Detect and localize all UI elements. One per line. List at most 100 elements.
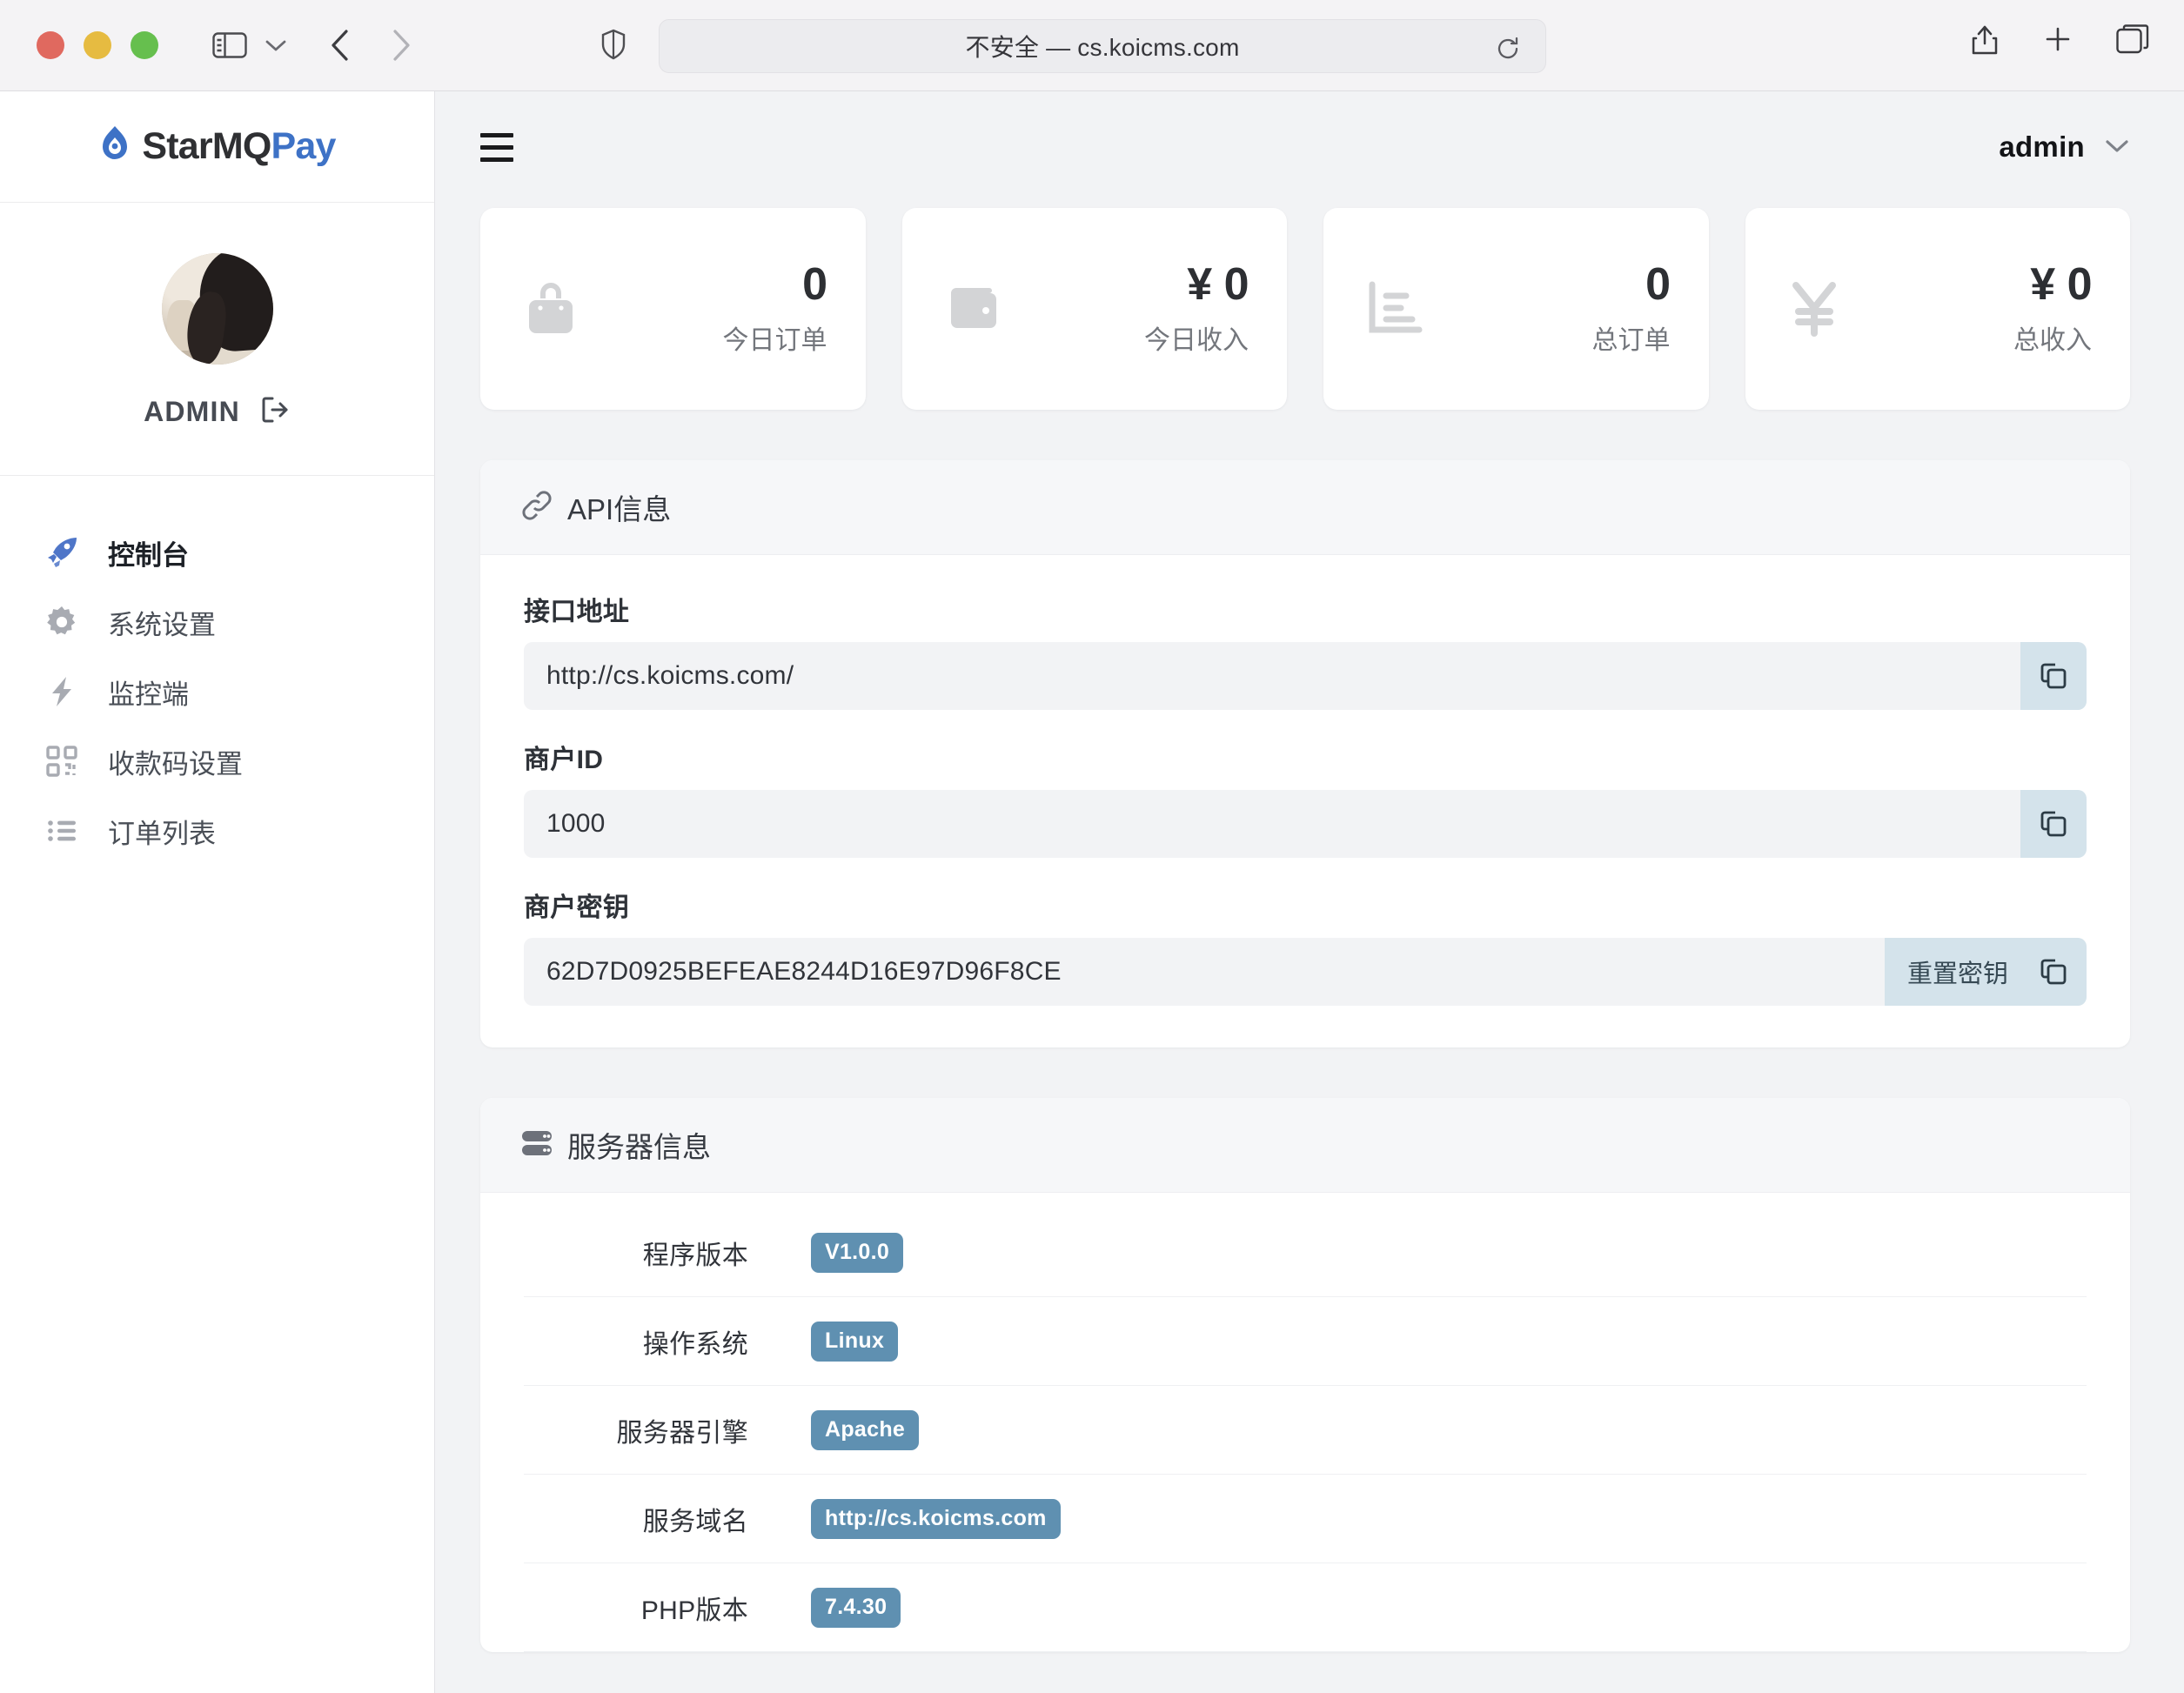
avatar[interactable]	[161, 253, 273, 365]
stat-card-today-income[interactable]: ¥ 0 今日收入	[901, 208, 1287, 410]
row-key: PHP版本	[640, 1596, 748, 1625]
link-icon	[520, 489, 553, 526]
stat-value: ¥ 0	[1187, 259, 1249, 311]
row-key: 服务器引擎	[616, 1418, 748, 1448]
panel-title: API信息	[567, 493, 672, 525]
stat-cards: 0 今日订单 ¥ 0 今日收入 0 总订单 ¥ 0 总收入	[435, 208, 2184, 410]
user-menu[interactable]: admin	[1999, 130, 2130, 164]
qr-code-icon	[38, 744, 85, 779]
sidebar-item-order-list[interactable]: 订单列表	[0, 796, 434, 866]
copy-icon[interactable]	[2020, 938, 2087, 1006]
brand-name-primary: StarMQ	[142, 125, 271, 167]
close-window-button[interactable]	[37, 31, 64, 59]
user-menu-label: admin	[1999, 130, 2085, 163]
sidebar-item-label: 订单列表	[108, 818, 216, 849]
stat-label: 总订单	[1591, 325, 1671, 355]
sidebar-item-dashboard[interactable]: 控制台	[0, 518, 434, 587]
server-icon	[520, 1128, 553, 1163]
back-arrow-icon[interactable]	[329, 28, 352, 63]
share-icon[interactable]	[1970, 23, 2000, 60]
stat-label: 今日收入	[1144, 325, 1249, 355]
field-merchant-id: 商户ID 1000	[524, 738, 2087, 858]
url-text: 不安全 — cs.koicms.com	[965, 34, 1240, 61]
table-row: 服务域名 http://cs.koicms.com	[524, 1475, 2087, 1563]
panel-title: 服务器信息	[567, 1131, 711, 1163]
bar-chart-icon	[1365, 279, 1426, 338]
field-merchant-key: 商户密钥 62D7D0925BEFEAE8244D16E97D96F8CE 重置…	[524, 886, 2087, 1006]
copy-icon[interactable]	[2020, 642, 2087, 710]
sidebar-toggle-icon[interactable]	[212, 31, 247, 59]
maximize-window-button[interactable]	[131, 31, 158, 59]
table-row: 服务器引擎 Apache	[524, 1386, 2087, 1475]
browser-actions	[1970, 23, 2149, 60]
top-bar: admin	[435, 91, 2184, 203]
field-api-url: 接口地址 http://cs.koicms.com/	[524, 590, 2087, 710]
tabs-icon[interactable]	[2116, 24, 2149, 58]
flame-icon	[98, 125, 131, 168]
shopping-bag-icon	[522, 278, 579, 340]
browser-chrome: 不安全 — cs.koicms.com	[0, 0, 2184, 91]
status-badge: 7.4.30	[811, 1587, 901, 1628]
reload-icon[interactable]	[1495, 36, 1521, 66]
stat-value: 0	[1645, 259, 1671, 311]
server-info-table: 程序版本 V1.0.0 操作系统 Linux 服务器引擎 Apache 服务域名…	[480, 1208, 2130, 1652]
stat-card-today-orders[interactable]: 0 今日订单	[480, 208, 866, 410]
profile-name: ADMIN	[144, 396, 240, 427]
server-info-header: 服务器信息	[480, 1098, 2130, 1193]
list-icon	[38, 813, 85, 848]
field-value: 1000	[546, 809, 606, 838]
stat-label: 今日订单	[722, 325, 827, 355]
sidebar-nav: 控制台 系统设置 监控端 收款码设置 订单列表	[0, 476, 434, 866]
table-row: 操作系统 Linux	[524, 1297, 2087, 1386]
lightning-icon	[38, 674, 85, 709]
table-row: 程序版本 V1.0.0	[524, 1208, 2087, 1297]
yen-icon	[1787, 278, 1841, 339]
window-controls	[37, 31, 158, 59]
reset-key-button[interactable]: 重置密钥	[1884, 938, 2020, 1006]
sidebar-item-label: 控制台	[108, 539, 189, 571]
status-badge: Linux	[811, 1321, 899, 1362]
forward-arrow-icon[interactable]	[390, 28, 412, 63]
main-content: admin 0 今日订单 ¥ 0 今日收入 0 总订单 ¥ 0 总收入 API信…	[435, 91, 2184, 1693]
sidebar-item-monitor[interactable]: 监控端	[0, 657, 434, 726]
sidebar-item-label: 监控端	[108, 679, 189, 710]
stat-value: ¥ 0	[2030, 259, 2092, 311]
gear-icon	[38, 605, 85, 639]
brand-name-accent: Pay	[271, 125, 337, 167]
minimize-window-button[interactable]	[84, 31, 111, 59]
hamburger-icon[interactable]	[480, 132, 513, 162]
brand-logo[interactable]: StarMQ Pay	[0, 91, 434, 203]
stat-label: 总收入	[2013, 325, 2092, 355]
address-bar[interactable]: 不安全 — cs.koicms.com	[659, 19, 1546, 73]
sidebar-item-qrcode-settings[interactable]: 收款码设置	[0, 726, 434, 796]
api-url-input[interactable]: http://cs.koicms.com/	[524, 642, 2087, 710]
copy-icon[interactable]	[2020, 790, 2087, 858]
status-badge: V1.0.0	[811, 1232, 904, 1273]
stat-card-total-income[interactable]: ¥ 0 总收入	[1745, 208, 2130, 410]
table-row: PHP版本 7.4.30	[524, 1563, 2087, 1652]
status-badge: Apache	[811, 1409, 920, 1450]
shield-icon[interactable]	[600, 29, 626, 64]
field-value: http://cs.koicms.com/	[546, 661, 794, 690]
merchant-id-input[interactable]: 1000	[524, 790, 2087, 858]
api-info-header: API信息	[480, 460, 2130, 555]
api-info-panel: API信息 接口地址 http://cs.koicms.com/ 商户ID 10…	[480, 460, 2130, 1047]
profile-block: ADMIN	[0, 203, 434, 476]
status-badge: http://cs.koicms.com	[811, 1498, 1061, 1539]
stat-value: 0	[802, 259, 827, 311]
chevron-down-icon[interactable]	[265, 38, 287, 52]
merchant-key-input[interactable]: 62D7D0925BEFEAE8244D16E97D96F8CE 重置密钥	[524, 938, 2087, 1006]
server-info-panel: 服务器信息 程序版本 V1.0.0 操作系统 Linux 服务器引擎 Apach…	[480, 1098, 2130, 1652]
api-info-body: 接口地址 http://cs.koicms.com/ 商户ID 1000 商户密…	[480, 555, 2130, 1047]
logout-icon[interactable]	[259, 394, 291, 430]
rocket-icon	[38, 534, 85, 571]
sidebar: StarMQ Pay ADMIN 控制台 系统设置 监控端 收款码设置 订单列表	[0, 91, 435, 1693]
plus-icon[interactable]	[2043, 24, 2073, 58]
sidebar-item-label: 收款码设置	[108, 748, 243, 780]
sidebar-item-label: 系统设置	[108, 609, 216, 640]
sidebar-item-system-settings[interactable]: 系统设置	[0, 587, 434, 657]
chevron-down-icon	[2104, 137, 2130, 158]
field-label: 商户密钥	[524, 893, 630, 922]
stat-card-total-orders[interactable]: 0 总订单	[1323, 208, 1709, 410]
field-value: 62D7D0925BEFEAE8244D16E97D96F8CE	[546, 957, 1062, 986]
